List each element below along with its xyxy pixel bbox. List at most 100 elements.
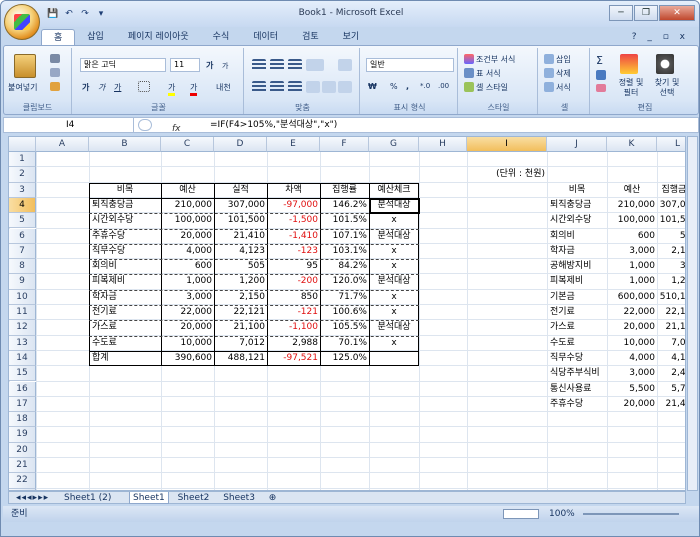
format-painter-icon[interactable] (50, 82, 60, 91)
ribbon-tab-2[interactable]: 페이지 레이아웃 (116, 29, 201, 45)
font-color-button[interactable]: 가 (190, 82, 198, 96)
row-header-4[interactable]: 4 (9, 197, 36, 214)
cell-style-button[interactable]: 셀 스타일 (476, 82, 508, 93)
sheet-tab-1[interactable]: Sheet1 (129, 492, 169, 504)
ribbon-tab-4[interactable]: 데이터 (241, 29, 290, 45)
column-header-I[interactable]: I (467, 137, 547, 152)
row-header-19[interactable]: 19 (9, 427, 36, 443)
indent-increase-icon[interactable] (322, 81, 336, 93)
ribbon-tab-1[interactable]: 삽입 (75, 29, 116, 45)
paste-button[interactable]: 붙여넣기 (8, 82, 37, 93)
fill-color-button[interactable]: 가 (168, 82, 176, 96)
percent-button[interactable]: % (390, 82, 398, 91)
vertical-scrollbar[interactable] (687, 136, 698, 491)
row-header-5[interactable]: 5 (9, 213, 36, 229)
save-icon[interactable]: 💾 (47, 8, 59, 20)
redo-icon[interactable]: ↷ (79, 8, 91, 20)
row-header-2[interactable]: 2 (9, 167, 36, 183)
comma-button[interactable]: , (406, 82, 409, 91)
align-middle-icon[interactable] (270, 59, 284, 71)
phonetic-button[interactable]: 내천 (216, 82, 231, 93)
row-header-20[interactable]: 20 (9, 442, 36, 458)
minimize-button[interactable]: ─ (609, 5, 633, 21)
zoom-level[interactable]: 100% (549, 506, 575, 522)
table-format-button[interactable]: 표 서식 (476, 68, 501, 79)
find-select-button[interactable]: 찾기 및 선택 (650, 78, 684, 98)
row-header-3[interactable]: 3 (9, 182, 36, 198)
wrap-text-icon[interactable] (338, 59, 352, 71)
font-shrink-button[interactable]: 가 (222, 61, 228, 71)
undo-icon[interactable]: ↶ (63, 8, 75, 20)
row-header-10[interactable]: 10 (9, 289, 36, 305)
column-header-H[interactable]: H (419, 137, 467, 152)
name-box[interactable]: I4 (4, 118, 134, 132)
row-header-21[interactable]: 21 (9, 458, 36, 474)
office-button[interactable] (4, 4, 40, 40)
indent-decrease-icon[interactable] (306, 81, 320, 93)
active-cell-i4[interactable] (369, 197, 420, 215)
row-header-7[interactable]: 7 (9, 243, 36, 260)
insert-function-button[interactable]: fx (138, 119, 188, 134)
zoom-slider[interactable] (583, 513, 679, 515)
customize-qat-icon[interactable]: ▾ (95, 8, 107, 20)
column-header-J[interactable]: J (547, 137, 607, 152)
column-header-A[interactable]: A (36, 137, 89, 152)
formula-input[interactable]: =IF(F4>105%,"분석대상","x") (210, 118, 337, 132)
font-size-select[interactable]: 11 (170, 58, 200, 72)
select-all-corner[interactable] (9, 137, 36, 152)
row-header-22[interactable]: 22 (9, 473, 36, 489)
insert-cells-button[interactable]: 삽입 (556, 54, 571, 65)
bold-button[interactable]: 가 (82, 82, 89, 93)
insert-sheet-icon[interactable]: ⊕ (266, 492, 280, 504)
ribbon-tab-3[interactable]: 수식 (201, 29, 242, 45)
ribbon-help-controls[interactable]: ? _ ▫ x (632, 32, 689, 42)
column-header-B[interactable]: B (89, 137, 161, 152)
font-grow-button[interactable]: 가 (206, 60, 213, 71)
align-center-icon[interactable] (270, 81, 284, 93)
row-header-12[interactable]: 12 (9, 320, 36, 336)
sort-filter-button[interactable]: 정렬 및 필터 (614, 78, 648, 98)
row-header-13[interactable]: 13 (9, 335, 36, 351)
align-top-icon[interactable] (252, 59, 266, 71)
number-format-select[interactable]: 일반 (366, 58, 454, 72)
paste-icon[interactable] (14, 54, 36, 78)
increase-decimal-button[interactable]: *.0 (420, 82, 430, 90)
view-buttons-icon[interactable] (503, 509, 539, 519)
ribbon-tab-6[interactable]: 보기 (331, 29, 372, 45)
fill-icon[interactable] (596, 70, 606, 80)
currency-button[interactable]: ₩ (368, 82, 377, 91)
align-left-icon[interactable] (252, 81, 266, 93)
sheet-tab-0[interactable]: Sheet1 (2) (61, 492, 114, 504)
worksheet-grid[interactable]: ABCDEFGHIJKLMN12345678910111213141516171… (8, 136, 686, 491)
italic-button[interactable]: 가 (98, 82, 105, 93)
font-name-select[interactable]: 맑은 고딕 (80, 58, 166, 72)
conditional-format-button[interactable]: 조건부 서식 (476, 54, 515, 65)
close-button[interactable]: ✕ (659, 5, 695, 21)
align-bottom-icon[interactable] (288, 59, 302, 71)
column-header-K[interactable]: K (607, 137, 657, 152)
restore-button[interactable]: ❐ (634, 5, 658, 21)
cut-icon[interactable] (50, 54, 60, 63)
column-header-C[interactable]: C (161, 137, 214, 152)
border-icon[interactable] (138, 81, 150, 92)
find-select-icon[interactable] (656, 54, 674, 74)
row-header-6[interactable]: 6 (9, 228, 36, 244)
row-header-14[interactable]: 14 (9, 350, 36, 367)
sheet-nav-arrows-icon[interactable]: ◂◂◂▸▸▸ (13, 492, 52, 504)
row-header-1[interactable]: 1 (9, 152, 36, 168)
sort-filter-icon[interactable] (620, 54, 638, 74)
autosum-button[interactable]: Σ (596, 54, 603, 67)
underline-button[interactable]: 가 (114, 82, 121, 93)
clear-icon[interactable] (596, 84, 606, 92)
row-header-11[interactable]: 11 (9, 305, 36, 321)
copy-icon[interactable] (50, 68, 60, 77)
row-header-16[interactable]: 16 (9, 381, 36, 397)
row-header-9[interactable]: 9 (9, 274, 36, 290)
ribbon-tab-0[interactable]: 홈 (41, 29, 76, 45)
sheet-tab-2[interactable]: Sheet2 (175, 492, 213, 504)
row-header-15[interactable]: 15 (9, 366, 36, 382)
column-header-L[interactable]: L (657, 137, 685, 152)
align-right-icon[interactable] (288, 81, 302, 93)
decrease-decimal-button[interactable]: .00 (438, 82, 449, 90)
row-header-17[interactable]: 17 (9, 396, 36, 413)
